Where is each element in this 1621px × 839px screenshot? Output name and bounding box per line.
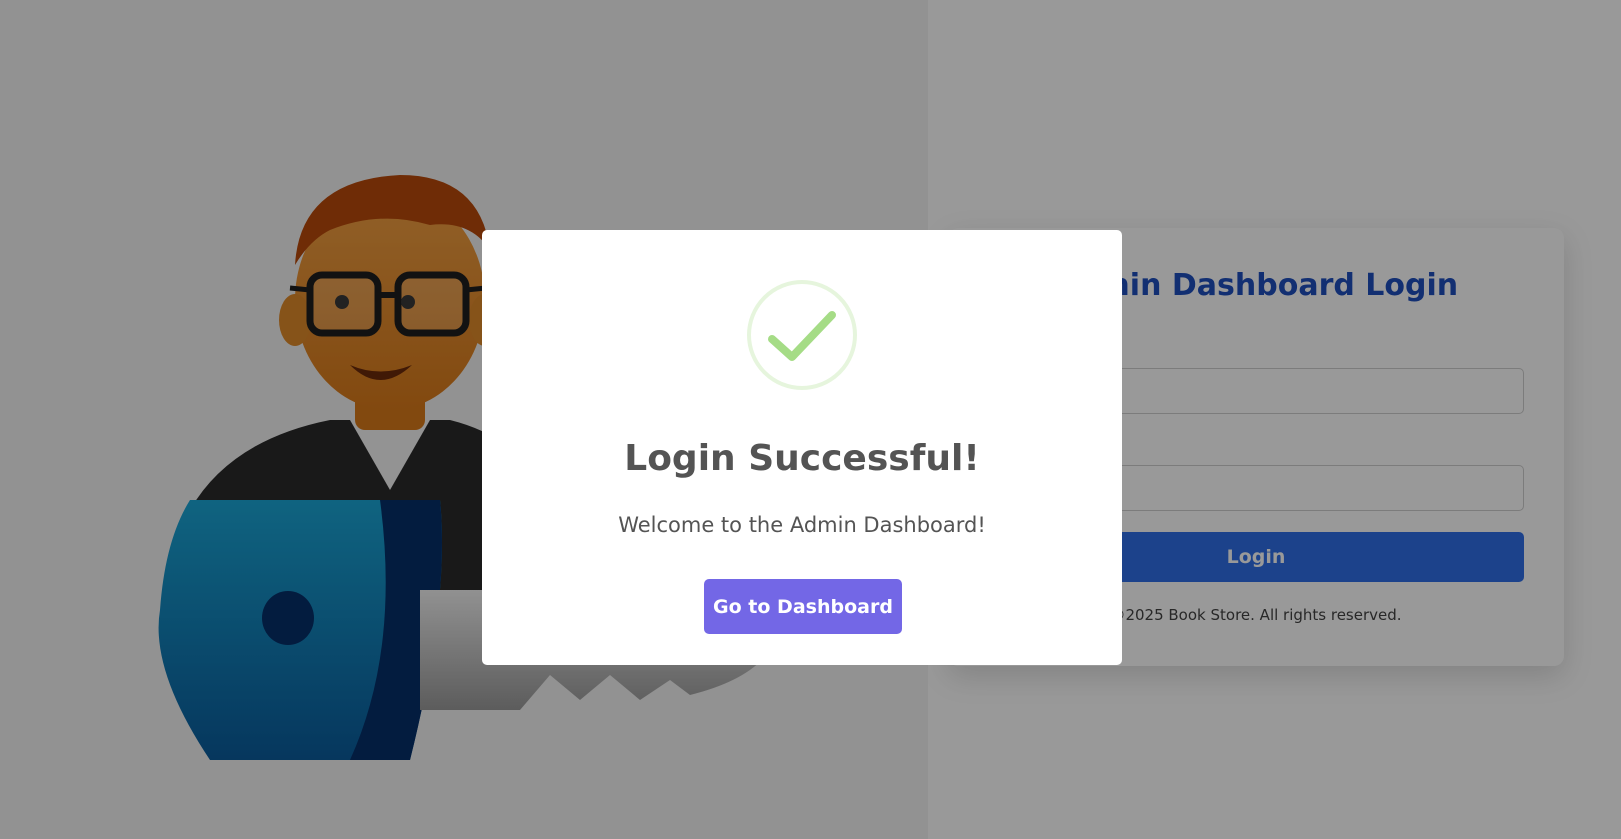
go-to-dashboard-button[interactable]: Go to Dashboard (704, 579, 902, 634)
success-check-icon (747, 280, 857, 390)
modal-message: Welcome to the Admin Dashboard! (618, 513, 986, 537)
modal-title: Login Successful! (624, 438, 980, 479)
success-modal: Login Successful! Welcome to the Admin D… (482, 230, 1122, 665)
page: Admin Dashboard Login Login ©2025 Book S… (0, 0, 1621, 839)
